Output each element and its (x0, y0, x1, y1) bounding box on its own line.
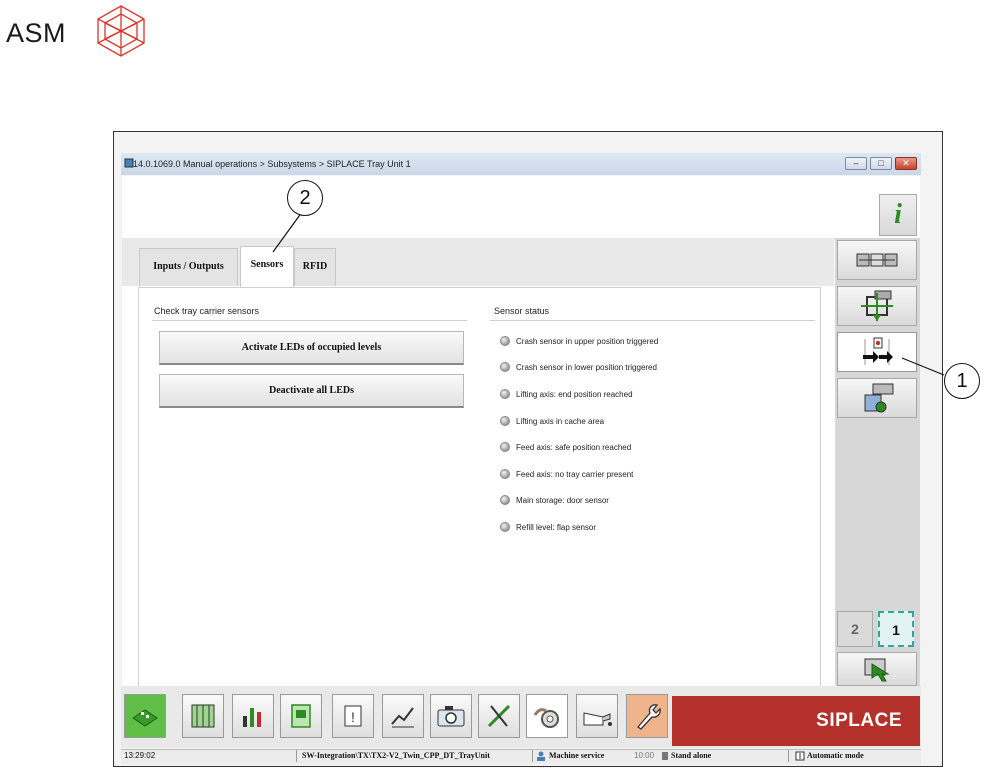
callout-2: 2 (287, 180, 323, 216)
callout-1: 1 (944, 363, 980, 399)
callout-lines (272, 211, 945, 376)
